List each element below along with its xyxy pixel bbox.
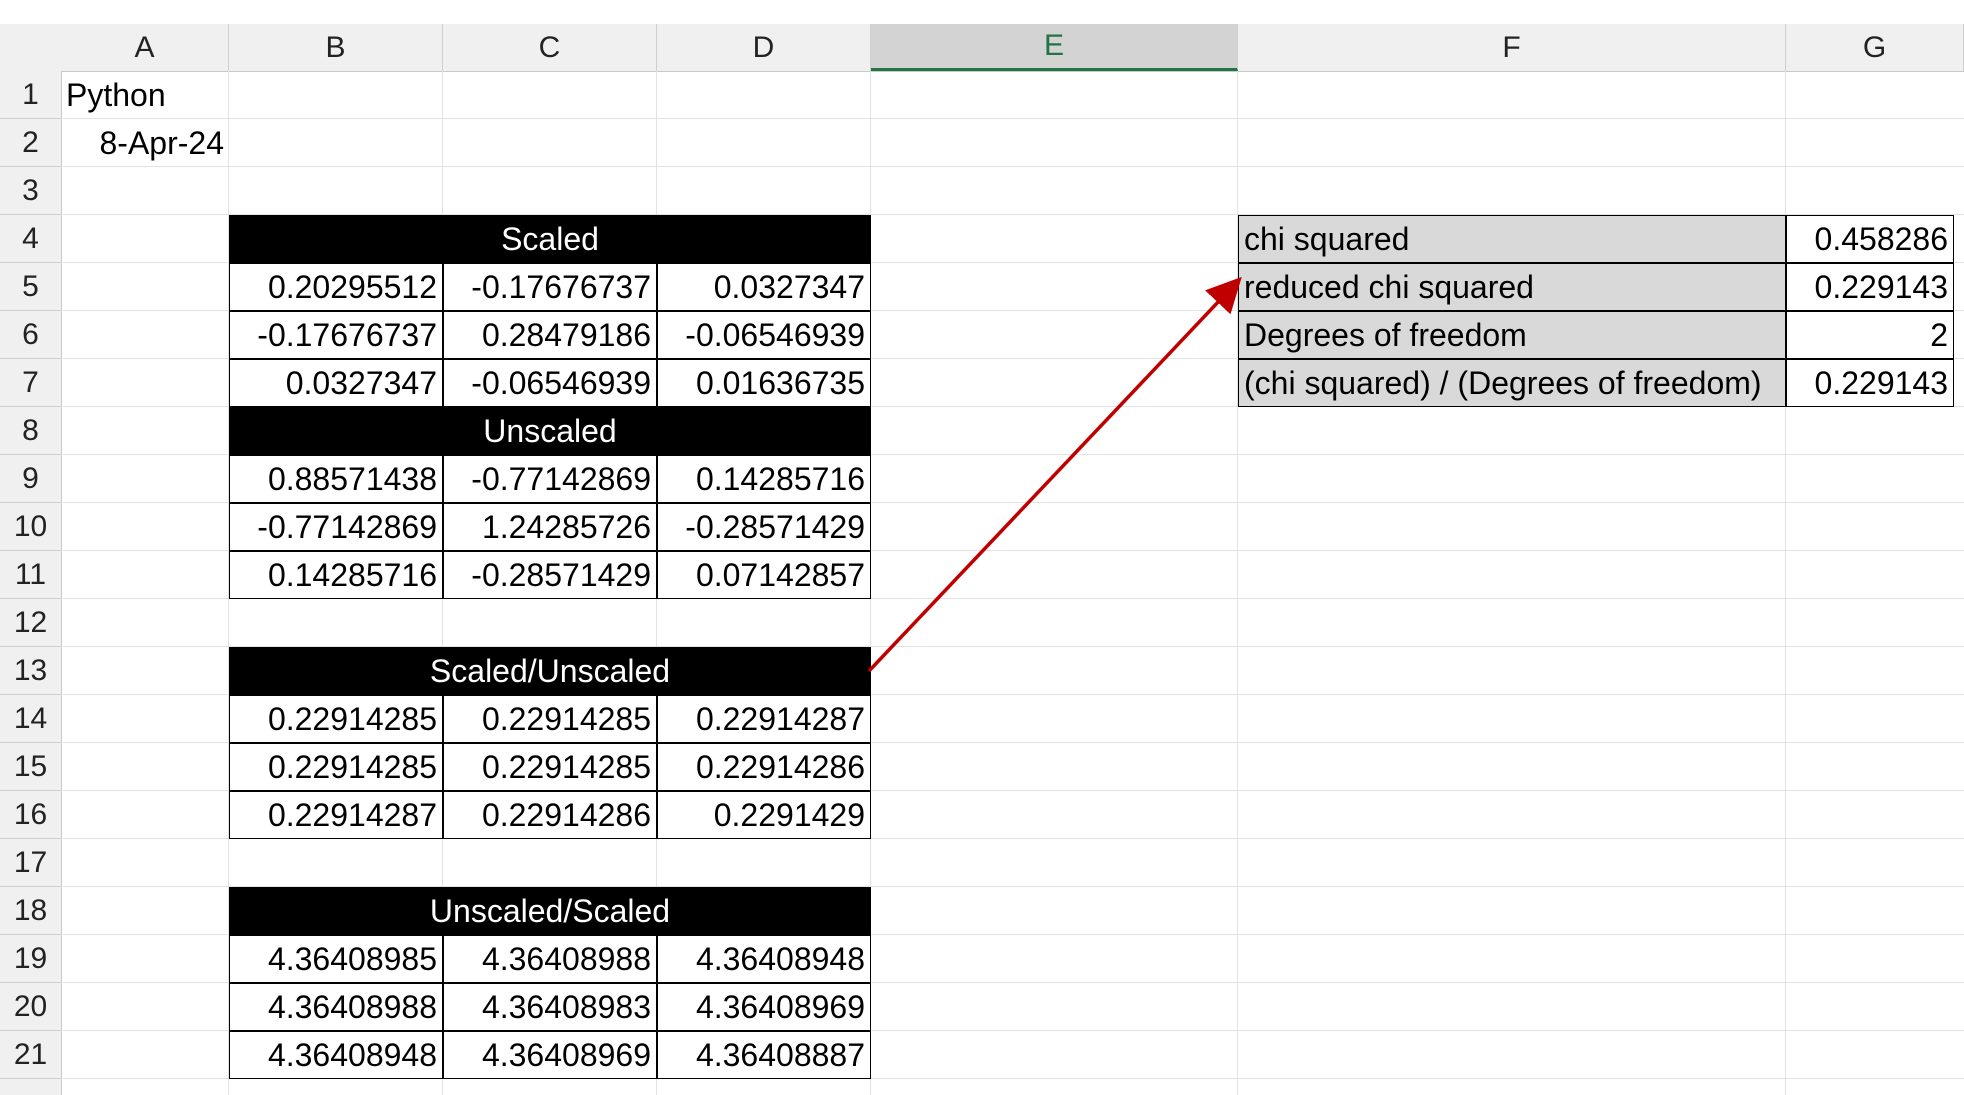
annotation-arrow xyxy=(867,276,1242,673)
